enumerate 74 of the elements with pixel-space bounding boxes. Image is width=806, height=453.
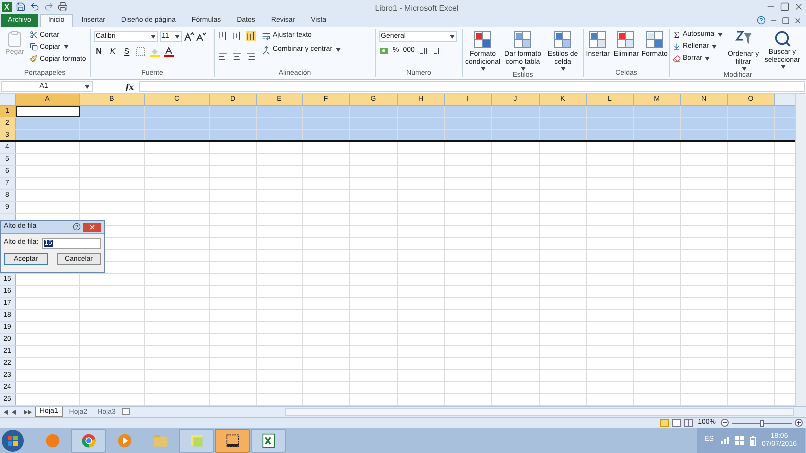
merge-icon: [262, 46, 271, 54]
sheet-navigation-icon[interactable]: [3, 408, 33, 416]
caret-icon: [151, 34, 156, 38]
app-logo-icon[interactable]: [2, 2, 12, 12]
cell-styles-icon: [553, 30, 573, 50]
align-top-icon[interactable]: [218, 31, 228, 41]
close-icon[interactable]: [794, 16, 802, 24]
close-icon: [88, 224, 96, 230]
italic-button[interactable]: K: [108, 46, 118, 58]
redo-icon[interactable]: [44, 2, 54, 12]
caret-icon: [712, 45, 718, 49]
new-sheet-icon[interactable]: [122, 408, 131, 416]
caret-icon: [336, 48, 341, 52]
down-arrow-icon: [673, 43, 681, 51]
grow-font-icon[interactable]: [184, 32, 194, 42]
formula-field[interactable]: [139, 81, 805, 92]
horizontal-scrollbar[interactable]: [284, 408, 794, 416]
align-left-icon[interactable]: [218, 52, 228, 62]
caret-icon: [64, 45, 69, 49]
scissors-icon: [30, 31, 38, 39]
currency-icon[interactable]: [379, 46, 389, 56]
page-layout-icon[interactable]: [672, 419, 682, 427]
copy-icon: [30, 43, 38, 51]
taskbar-app[interactable]: [215, 428, 250, 452]
active-cell[interactable]: [16, 106, 80, 117]
caret-icon: [561, 67, 566, 71]
shrink-font-icon[interactable]: [196, 32, 206, 42]
help-icon[interactable]: [72, 222, 82, 230]
taskbar-app[interactable]: [251, 428, 286, 452]
zoom-slider-thumb[interactable]: [760, 420, 764, 426]
font-color-icon[interactable]: [164, 47, 174, 57]
window-title: Libro1 - Microsoft Excel: [375, 4, 459, 12]
search-icon: [774, 30, 792, 48]
vertical-scrollbar[interactable]: [795, 94, 806, 406]
caret-icon: [85, 84, 90, 88]
caret-icon: [450, 34, 455, 38]
caret-icon: [742, 67, 747, 71]
start-button[interactable]: [1, 428, 25, 452]
caret-icon: [780, 65, 786, 69]
format-cells-icon: [644, 30, 665, 50]
caret-icon: [521, 67, 526, 71]
caret-icon: [718, 33, 723, 37]
delete-cells-icon: [616, 30, 636, 50]
help-icon[interactable]: [757, 16, 766, 25]
align-center-icon[interactable]: [232, 52, 242, 62]
clipboard-icon: [6, 30, 24, 48]
page-break-icon[interactable]: [684, 419, 694, 427]
conditional-format-icon: [473, 30, 493, 50]
function-button[interactable]: fx: [96, 80, 136, 92]
close-button[interactable]: [83, 222, 101, 232]
print-preview-icon[interactable]: [58, 2, 68, 12]
align-middle-icon[interactable]: [232, 31, 242, 41]
align-bottom-icon[interactable]: [246, 31, 256, 41]
table-format-icon: [513, 30, 533, 50]
zoom-slider[interactable]: [732, 419, 792, 427]
caret-icon: [705, 57, 710, 61]
zoom-in-icon[interactable]: [795, 419, 803, 427]
borders-icon[interactable]: [136, 47, 146, 57]
close-icon[interactable]: [794, 2, 804, 12]
save-icon[interactable]: [16, 2, 26, 12]
underline-button[interactable]: S: [122, 46, 132, 58]
increase-decimal-icon[interactable]: [418, 46, 429, 56]
insert-cells-icon: [588, 30, 608, 50]
zoom-out-icon[interactable]: [721, 419, 729, 427]
caret-icon: [481, 67, 486, 71]
caret-icon: [175, 34, 180, 38]
undo-icon[interactable]: [30, 2, 40, 12]
eraser-icon: [673, 55, 681, 63]
paintbrush-icon: [30, 55, 38, 63]
fill-color-icon[interactable]: [150, 47, 160, 57]
wrap-text-icon: [262, 32, 271, 40]
align-right-icon[interactable]: [246, 52, 256, 62]
bold-button[interactable]: N: [94, 46, 104, 58]
sigma-icon: [673, 31, 681, 39]
